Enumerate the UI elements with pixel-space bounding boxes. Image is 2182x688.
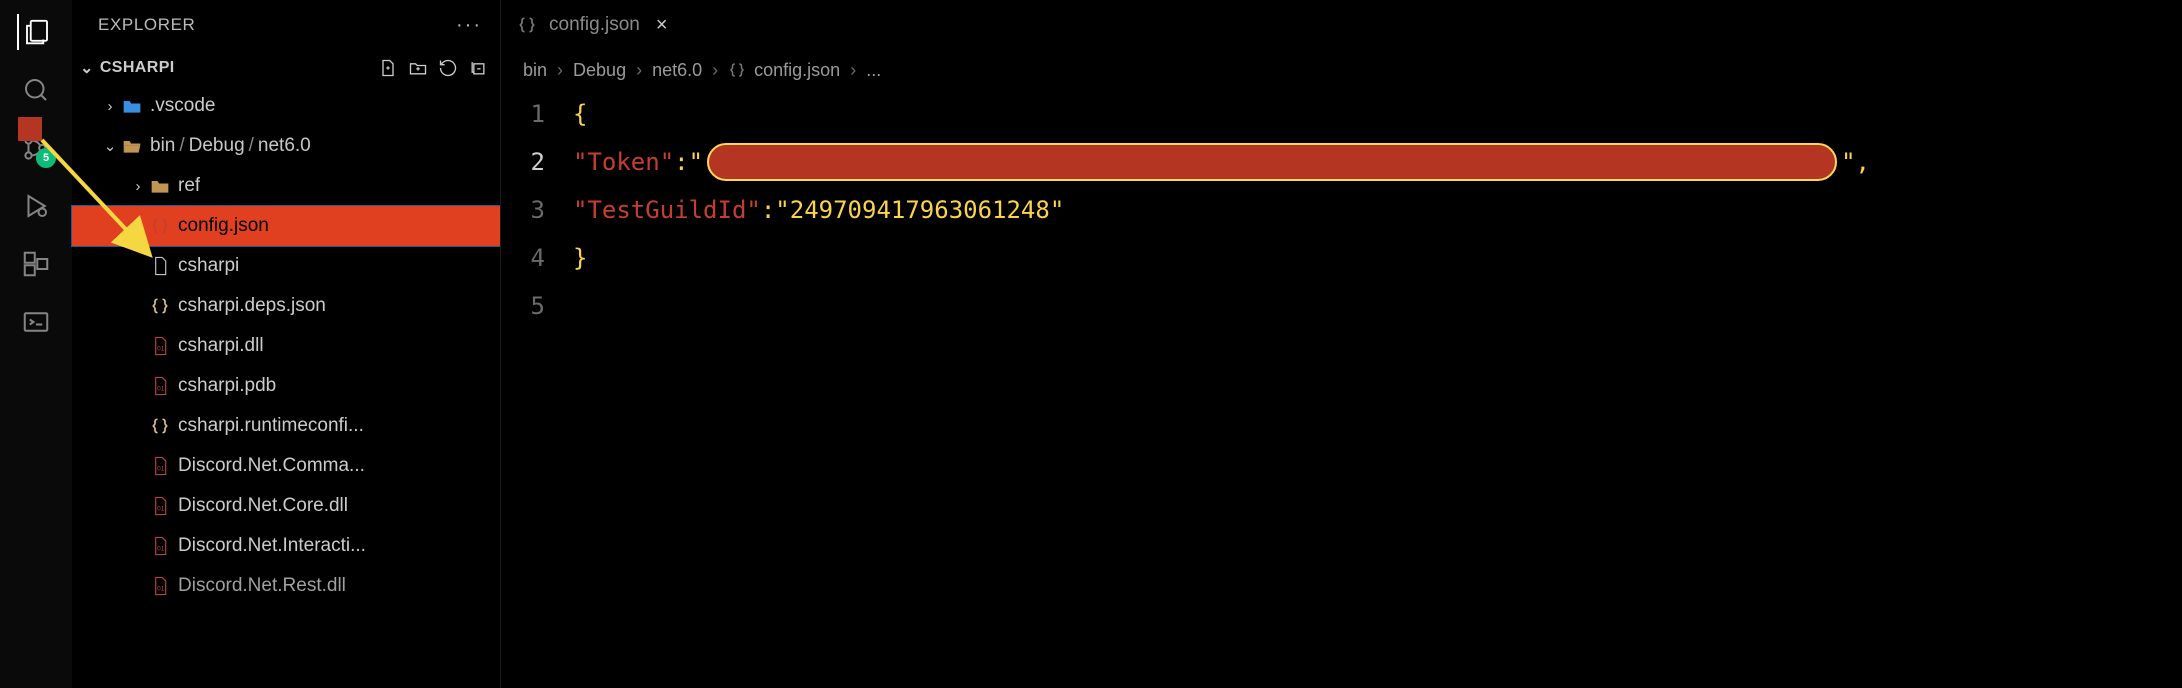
chevron-down-icon: ⌄ xyxy=(80,58,94,78)
explorer-actions xyxy=(378,58,500,78)
tree-label: ref xyxy=(178,175,200,197)
svg-text:01: 01 xyxy=(157,545,165,552)
explorer-icon[interactable] xyxy=(17,14,53,50)
search-icon[interactable] xyxy=(18,72,54,108)
tab-bar: config.json × xyxy=(501,0,2182,50)
file-tree: › .vscode ⌄ bin/Debug/net6.0 › ref confi… xyxy=(72,86,500,606)
workspace-root[interactable]: ⌄ CSHARPI xyxy=(72,50,500,86)
json-icon xyxy=(148,296,172,316)
chevron-right-icon: › xyxy=(850,60,856,81)
binary-icon: 01 xyxy=(148,376,172,396)
activity-bar: 5 xyxy=(0,0,72,688)
editor: config.json × bin › Debug › net6.0 › con… xyxy=(500,0,2182,688)
run-debug-icon[interactable] xyxy=(18,188,54,224)
breadcrumb-item: config.json xyxy=(728,60,840,81)
tree-file-csharpi[interactable]: csharpi xyxy=(72,246,500,286)
folder-icon xyxy=(148,177,172,195)
tree-folder-bin[interactable]: ⌄ bin/Debug/net6.0 xyxy=(72,126,500,166)
chevron-right-icon: › xyxy=(100,98,120,115)
svg-text:01: 01 xyxy=(157,385,165,392)
binary-icon: 01 xyxy=(148,336,172,356)
tree-file-dnet-core[interactable]: 01 Discord.Net.Core.dll xyxy=(72,486,500,526)
refresh-icon[interactable] xyxy=(438,58,458,78)
tree-label: csharpi.pdb xyxy=(178,375,276,397)
redacted-token xyxy=(707,143,1837,181)
breadcrumb-item: bin xyxy=(523,60,547,81)
new-folder-icon[interactable] xyxy=(408,58,428,78)
explorer-sidebar: EXPLORER ··· ⌄ CSHARPI › .vscode ⌄ xyxy=(72,0,500,688)
breadcrumb-item: net6.0 xyxy=(652,60,702,81)
tree-file-runtime[interactable]: csharpi.runtimeconfi... xyxy=(72,406,500,446)
breadcrumbs[interactable]: bin › Debug › net6.0 › config.json › ... xyxy=(501,50,2182,90)
chevron-down-icon: ⌄ xyxy=(100,137,120,155)
source-control-badge: 5 xyxy=(36,148,56,168)
tree-file-dnet-cmd[interactable]: 01 Discord.Net.Comma... xyxy=(72,446,500,486)
tree-label: Discord.Net.Core.dll xyxy=(178,495,348,517)
tree-file-config[interactable]: config.json xyxy=(72,206,500,246)
breadcrumb-item: ... xyxy=(866,60,881,81)
breadcrumb-item: Debug xyxy=(573,60,626,81)
json-icon xyxy=(148,416,172,436)
binary-icon: 01 xyxy=(148,576,172,596)
tree-label: .vscode xyxy=(150,95,215,117)
tree-label: csharpi.deps.json xyxy=(178,295,326,317)
binary-icon: 01 xyxy=(148,536,172,556)
source-control-icon[interactable]: 5 xyxy=(18,130,54,166)
collapse-all-icon[interactable] xyxy=(468,58,488,78)
svg-text:01: 01 xyxy=(157,505,165,512)
tree-label: config.json xyxy=(178,215,269,237)
tree-folder-vscode[interactable]: › .vscode xyxy=(72,86,500,126)
tree-file-dll[interactable]: 01 csharpi.dll xyxy=(72,326,500,366)
tree-file-dnet-inter[interactable]: 01 Discord.Net.Interacti... xyxy=(72,526,500,566)
tree-folder-ref[interactable]: › ref xyxy=(72,166,500,206)
code-area[interactable]: 1 2 3 4 5 { "Token": "", "TestGuildId": … xyxy=(501,90,2182,330)
binary-icon: 01 xyxy=(148,456,172,476)
tree-label: csharpi.runtimeconfi... xyxy=(178,415,364,437)
tree-label: csharpi.dll xyxy=(178,335,264,357)
terminal-panel-icon[interactable] xyxy=(18,304,54,340)
sidebar-title: EXPLORER xyxy=(98,15,195,35)
json-icon xyxy=(148,216,172,236)
svg-text:01: 01 xyxy=(157,585,165,592)
tree-label: csharpi xyxy=(178,255,239,277)
tab-label: config.json xyxy=(549,14,640,36)
workspace-root-label: CSHARPI xyxy=(100,59,175,77)
chevron-right-icon: › xyxy=(557,60,563,81)
binary-icon: 01 xyxy=(148,496,172,516)
tree-file-pdb[interactable]: 01 csharpi.pdb xyxy=(72,366,500,406)
extensions-icon[interactable] xyxy=(18,246,54,282)
file-icon xyxy=(148,256,172,276)
chevron-right-icon: › xyxy=(128,178,148,195)
sidebar-more-icon[interactable]: ··· xyxy=(456,14,482,37)
chevron-right-icon: › xyxy=(636,60,642,81)
chevron-right-icon: › xyxy=(712,60,718,81)
close-icon[interactable]: × xyxy=(652,14,668,37)
tab-config[interactable]: config.json × xyxy=(501,0,684,50)
line-gutter: 1 2 3 4 5 xyxy=(501,90,573,330)
folder-open-icon xyxy=(120,137,144,155)
tree-file-dnet-rest[interactable]: 01 Discord.Net.Rest.dll xyxy=(72,566,500,606)
code-content[interactable]: { "Token": "", "TestGuildId": "249709417… xyxy=(573,90,2182,330)
sidebar-header: EXPLORER ··· xyxy=(72,0,500,50)
tree-label: Discord.Net.Comma... xyxy=(178,455,365,477)
tree-label: Discord.Net.Interacti... xyxy=(178,535,366,557)
new-file-icon[interactable] xyxy=(378,58,398,78)
tree-file-deps[interactable]: csharpi.deps.json xyxy=(72,286,500,326)
tree-compact-path: bin/Debug/net6.0 xyxy=(150,135,311,157)
json-icon xyxy=(517,15,537,35)
tree-label: Discord.Net.Rest.dll xyxy=(178,575,346,597)
svg-text:01: 01 xyxy=(157,465,165,472)
folder-icon xyxy=(120,97,144,115)
svg-text:01: 01 xyxy=(157,345,165,352)
